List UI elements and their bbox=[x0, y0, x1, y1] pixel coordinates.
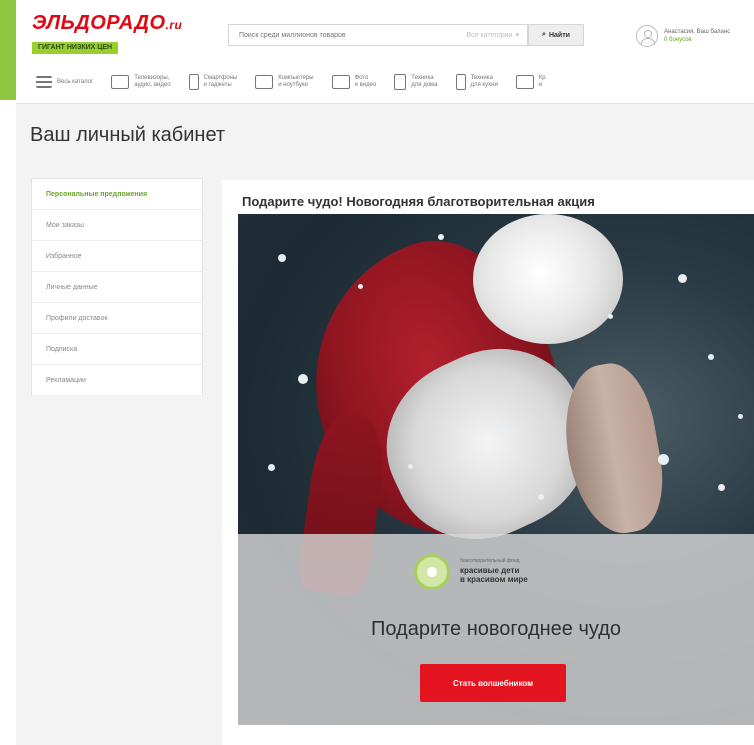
snowflake bbox=[538, 494, 544, 500]
nav-item-smartphones[interactable]: Смартфоны и гаджеты bbox=[188, 74, 237, 90]
search-button[interactable]: ⌕ Найти bbox=[528, 24, 584, 46]
nav-item-kitchen[interactable]: Техника для кухни bbox=[455, 74, 498, 90]
page-title: Ваш личный кабинет bbox=[30, 124, 226, 146]
snowflake bbox=[438, 234, 444, 240]
menu-icon bbox=[36, 76, 52, 88]
snowflake bbox=[408, 464, 413, 469]
snowflake bbox=[738, 414, 743, 419]
charity-banner[interactable]: благотворительный фонд красивые дети в к… bbox=[238, 214, 754, 725]
laptop-icon bbox=[255, 75, 274, 89]
sidebar-item-delivery-profiles[interactable]: Профили доставок bbox=[32, 303, 202, 334]
snowflake bbox=[678, 274, 687, 283]
snowflake bbox=[708, 354, 714, 360]
promo-title: Подарите чудо! Новогодняя благотворитель… bbox=[242, 194, 595, 209]
sidebar-item-personal-offers[interactable]: Персональные предложения bbox=[32, 179, 202, 210]
sidebar-item-subscription[interactable]: Подписка bbox=[32, 334, 202, 365]
left-margin bbox=[0, 100, 16, 745]
nav-item-tv[interactable]: Телевизоры, аудио, видео bbox=[111, 75, 171, 89]
sidebar-item-claims[interactable]: Рекламации bbox=[32, 365, 202, 396]
washer-icon bbox=[394, 74, 407, 90]
user-account[interactable]: Анастасия, Ваш баланс 0 бонусов bbox=[636, 22, 754, 50]
user-greeting: Анастасия, Ваш баланс 0 бонусов bbox=[664, 28, 730, 44]
hat-pompom bbox=[473, 214, 623, 344]
fund-name: красивые дети в красивом мире bbox=[460, 566, 528, 584]
sidebar-item-orders[interactable]: Мои заказы bbox=[32, 210, 202, 241]
snowflake bbox=[608, 314, 613, 319]
logo-tagline: ГИГАНТ НИЗКИХ ЦЕН bbox=[32, 42, 119, 54]
snowflake bbox=[498, 424, 507, 433]
snowflake bbox=[298, 374, 308, 384]
site-logo[interactable]: ЭЛЬДОРАДО.ru ГИГАНТ НИЗКИХ ЦЕН bbox=[32, 12, 183, 54]
snowflake bbox=[268, 464, 275, 471]
left-accent-bar bbox=[0, 0, 16, 100]
search-icon: ⌕ bbox=[542, 31, 546, 38]
search-bar: Все категории ▾ bbox=[228, 24, 528, 46]
become-wizard-button[interactable]: Стать волшебником bbox=[420, 664, 566, 702]
fund-caption: благотворительный фонд bbox=[460, 558, 520, 564]
snowflake bbox=[658, 454, 669, 465]
nav-item-photo[interactable]: Фото и видео bbox=[331, 75, 376, 89]
site-header: ЭЛЬДОРАДО.ru ГИГАНТ НИЗКИХ ЦЕН Все катег… bbox=[16, 0, 754, 104]
camera-icon bbox=[331, 75, 350, 89]
nav-item-beauty[interactable]: Кр и bbox=[515, 75, 546, 89]
fridge-icon bbox=[455, 74, 466, 90]
logo-wordmark: ЭЛЬДОРАДО.ru bbox=[32, 12, 183, 34]
snowflake bbox=[278, 254, 286, 262]
snowflake bbox=[358, 284, 363, 289]
user-bonus: 0 бонусов bbox=[664, 37, 692, 43]
main-content: Подарите чудо! Новогодняя благотворитель… bbox=[222, 180, 754, 745]
chevron-down-icon: ▾ bbox=[515, 32, 519, 39]
smartphone-icon bbox=[188, 74, 199, 90]
nav-item-catalog[interactable]: Весь каталог bbox=[36, 76, 93, 88]
snowflake bbox=[718, 484, 725, 491]
fund-logo-icon bbox=[414, 554, 450, 590]
hairdryer-icon bbox=[515, 75, 534, 89]
child-face bbox=[553, 357, 673, 541]
nav-item-home[interactable]: Техника для дома bbox=[394, 74, 438, 90]
category-select[interactable]: Все категории ▾ bbox=[466, 31, 527, 40]
banner-headline: Подарите новогоднее чудо bbox=[370, 618, 622, 640]
page: ЭЛЬДОРАДО.ru ГИГАНТ НИЗКИХ ЦЕН Все катег… bbox=[16, 0, 754, 745]
sidebar-item-favorites[interactable]: Избранное bbox=[32, 241, 202, 272]
category-nav: Весь каталог Телевизоры, аудио, видео См… bbox=[16, 62, 754, 102]
account-sidebar: Персональные предложения Мои заказы Избр… bbox=[31, 178, 203, 396]
nav-item-computers[interactable]: Компьютеры и ноутбуки bbox=[255, 75, 314, 89]
tv-icon bbox=[111, 75, 130, 89]
search-input[interactable] bbox=[229, 31, 467, 39]
user-balance-label: Анастасия, Ваш баланс bbox=[664, 29, 731, 35]
avatar-icon bbox=[636, 25, 658, 47]
banner-overlay: благотворительный фонд красивые дети в к… bbox=[238, 534, 754, 725]
sidebar-item-personal-data[interactable]: Личные данные bbox=[32, 272, 202, 303]
